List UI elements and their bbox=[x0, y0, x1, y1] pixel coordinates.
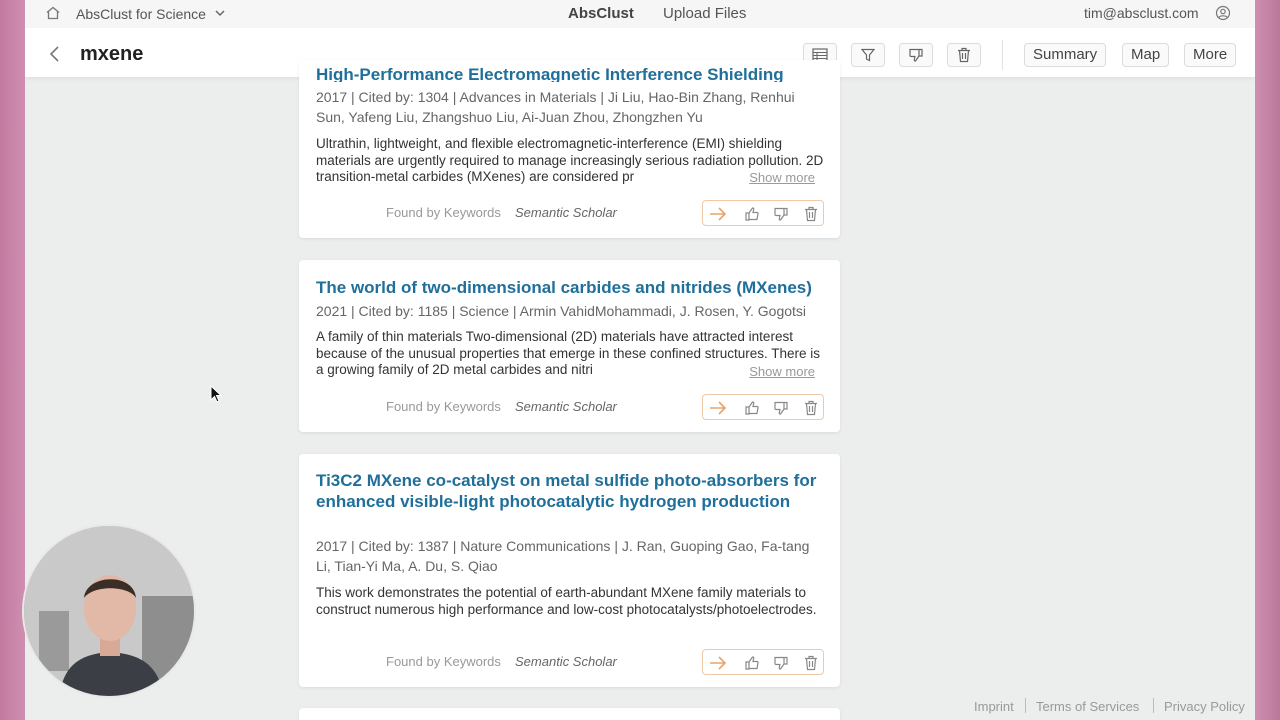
trash-icon bbox=[958, 47, 970, 63]
map-button[interactable]: Map bbox=[1122, 43, 1170, 67]
toolbar-divider bbox=[1002, 40, 1003, 70]
home-icon[interactable] bbox=[45, 5, 61, 21]
found-by-label: Found by Keywords bbox=[386, 205, 501, 220]
nav-upload-files[interactable]: Upload Files bbox=[663, 5, 746, 22]
summary-button[interactable]: Summary bbox=[1024, 43, 1107, 67]
show-more-link[interactable]: Show more bbox=[743, 170, 815, 185]
found-by-label: Found by Keywords bbox=[386, 654, 501, 669]
card-actions bbox=[702, 200, 824, 226]
source-label: Semantic Scholar bbox=[515, 654, 617, 669]
open-arrow-icon[interactable] bbox=[708, 655, 728, 671]
paper-card: Ti3C2 MXene co-catalyst on metal sulfide… bbox=[299, 454, 840, 687]
footer-divider bbox=[1025, 698, 1026, 713]
webcam-overlay bbox=[22, 524, 196, 698]
thumbs-down-icon[interactable] bbox=[773, 206, 789, 222]
thumbs-up-icon[interactable] bbox=[744, 655, 760, 671]
show-more-link[interactable]: Show more bbox=[743, 364, 815, 379]
found-by-label: Found by Keywords bbox=[386, 399, 501, 414]
imprint-link[interactable]: Imprint bbox=[974, 699, 1014, 714]
terms-link[interactable]: Terms of Services bbox=[1036, 699, 1139, 714]
thumbs-down-icon bbox=[909, 48, 923, 62]
app-window: AbsClust for Science AbsClust Upload Fil… bbox=[25, 0, 1255, 720]
paper-card bbox=[299, 708, 840, 720]
user-account-icon[interactable] bbox=[1215, 5, 1231, 21]
top-nav-bar: AbsClust for Science AbsClust Upload Fil… bbox=[25, 0, 1255, 28]
paper-meta: 2017 | Cited by: 1304 | Advances in Mate… bbox=[316, 89, 795, 125]
workspace-selector[interactable]: AbsClust for Science bbox=[76, 6, 206, 22]
source-label: Semantic Scholar bbox=[515, 399, 617, 414]
trash-icon[interactable] bbox=[803, 655, 819, 671]
thumbs-up-icon[interactable] bbox=[744, 400, 760, 416]
paper-card: High-Performance Electromagnetic Interfe… bbox=[299, 60, 840, 238]
open-arrow-icon[interactable] bbox=[708, 400, 728, 416]
trash-icon[interactable] bbox=[803, 400, 819, 416]
paper-card: The world of two-dimensional carbides an… bbox=[299, 260, 840, 432]
back-arrow-icon[interactable] bbox=[47, 45, 63, 63]
paper-meta: 2017 | Cited by: 1387 | Nature Communica… bbox=[316, 538, 810, 574]
paper-meta: 2021 | Cited by: 1185 | Science | Armin … bbox=[316, 303, 807, 319]
paper-title[interactable]: Ti3C2 MXene co-catalyst on metal sulfide… bbox=[316, 470, 826, 512]
source-label: Semantic Scholar bbox=[515, 205, 617, 220]
dislike-filter-button[interactable] bbox=[899, 43, 933, 67]
chevron-down-icon[interactable] bbox=[214, 7, 226, 19]
paper-title[interactable]: High-Performance Electromagnetic Interfe… bbox=[316, 64, 826, 82]
trash-icon[interactable] bbox=[803, 206, 819, 222]
mouse-cursor-icon bbox=[210, 385, 222, 403]
privacy-link[interactable]: Privacy Policy bbox=[1164, 699, 1245, 714]
thumbs-down-icon[interactable] bbox=[773, 655, 789, 671]
user-email[interactable]: tim@absclust.com bbox=[1084, 5, 1199, 21]
card-actions bbox=[702, 394, 824, 420]
query-title: mxene bbox=[80, 43, 144, 65]
footer-divider bbox=[1153, 698, 1154, 713]
paper-title[interactable]: The world of two-dimensional carbides an… bbox=[316, 277, 826, 298]
filter-button[interactable] bbox=[851, 43, 885, 67]
delete-all-button[interactable] bbox=[947, 43, 981, 67]
card-actions bbox=[702, 649, 824, 675]
filter-icon bbox=[861, 48, 875, 62]
thumbs-up-icon[interactable] bbox=[744, 206, 760, 222]
nav-absclust[interactable]: AbsClust bbox=[568, 5, 634, 22]
presenter-silhouette bbox=[24, 526, 194, 696]
more-button[interactable]: More bbox=[1184, 43, 1237, 67]
paper-abstract: This work demonstrates the potential of … bbox=[316, 585, 817, 617]
open-arrow-icon[interactable] bbox=[708, 206, 728, 222]
thumbs-down-icon[interactable] bbox=[773, 400, 789, 416]
